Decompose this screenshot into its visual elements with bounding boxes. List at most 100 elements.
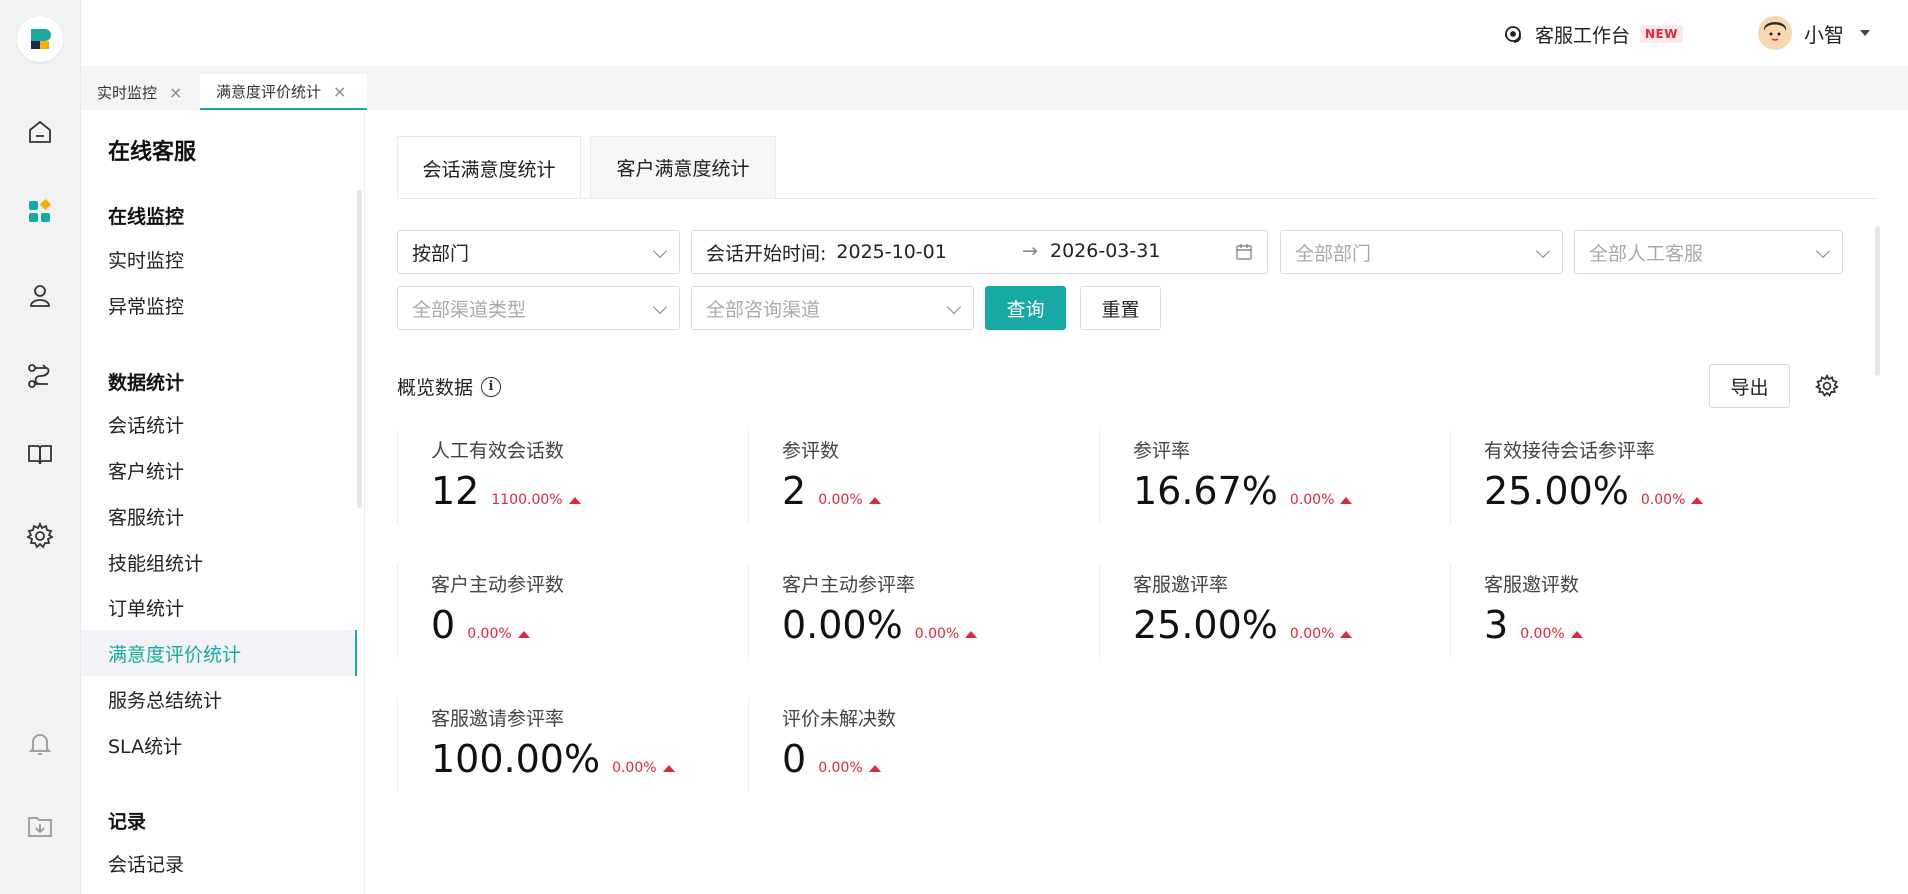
- sidebar-item-session-records[interactable]: 会话记录: [81, 840, 357, 886]
- knowledge-book-icon[interactable]: [24, 438, 56, 470]
- sidebar-group-monitor: 在线监控: [108, 206, 185, 228]
- metric-card: 客服邀评数 3 0.00%: [1450, 564, 1801, 658]
- date-label: 会话开始时间:: [706, 242, 827, 265]
- sidebar-item-skillgroup[interactable]: 技能组统计: [81, 539, 357, 585]
- department-select[interactable]: 全部部门: [1280, 230, 1563, 274]
- overview-title-text: 概览数据: [397, 377, 474, 399]
- metric-delta: 0.00%: [914, 626, 960, 642]
- metric-label: 客服邀评率: [1133, 574, 1229, 596]
- gear-icon[interactable]: [1815, 374, 1839, 398]
- secondary-sidebar: 在线客服 在线监控 实时监控 异常监控 数据统计 会话统计 客户统计 客服统计 …: [81, 110, 365, 894]
- metric-card: 参评率 16.67% 0.00%: [1099, 430, 1450, 524]
- query-button[interactable]: 查询: [985, 286, 1066, 330]
- sidebar-group-records: 记录: [108, 811, 147, 833]
- metric-value: 3: [1484, 603, 1509, 647]
- metric-delta: 0.00%: [612, 760, 657, 776]
- user-menu[interactable]: 小智: [1758, 16, 1870, 50]
- sidebar-item-realtime[interactable]: 实时监控: [81, 236, 357, 282]
- sidebar-item-order[interactable]: 订单统计: [81, 584, 357, 630]
- metric-card: 客服邀评率 25.00% 0.00%: [1099, 564, 1450, 658]
- metric-value: 25.00%: [1484, 469, 1629, 513]
- metric-delta: 0.00%: [1640, 492, 1686, 508]
- sidebar-scrollbar[interactable]: [357, 190, 362, 508]
- channel-type-select[interactable]: 全部渠道类型: [397, 286, 680, 330]
- metric-label: 客服邀请参评率: [431, 708, 565, 730]
- app-logo[interactable]: [17, 16, 63, 62]
- download-folder-icon[interactable]: [24, 810, 56, 842]
- page-tab-satisfaction[interactable]: 满意度评价统计 ×: [200, 74, 367, 110]
- content-scrollbar[interactable]: [1875, 226, 1880, 376]
- flow-icon[interactable]: [24, 360, 56, 392]
- sidebar-item-agent[interactable]: 客服统计: [81, 493, 357, 539]
- arrow-up-icon: [662, 764, 675, 772]
- metric-label: 人工有效会话数: [431, 440, 565, 462]
- overview-title: 概览数据 i: [397, 373, 502, 400]
- new-badge: NEW: [1640, 25, 1683, 43]
- tab-session-satisfaction[interactable]: 会话满意度统计: [397, 136, 581, 199]
- metric-label: 客服邀评数: [1484, 574, 1580, 596]
- metric-delta: 0.00%: [818, 492, 863, 508]
- export-button[interactable]: 导出: [1709, 364, 1790, 408]
- sidebar-item-session[interactable]: 会话统计: [81, 401, 357, 447]
- sidebar-item-summary[interactable]: 服务总结统计: [81, 676, 357, 722]
- channel-type-placeholder: 全部渠道类型: [412, 298, 527, 321]
- page-tab-realtime[interactable]: 实时监控 ×: [81, 74, 199, 110]
- workspace-label: 客服工作台: [1535, 24, 1631, 47]
- agent-select[interactable]: 全部人工客服: [1574, 230, 1843, 274]
- consult-channel-placeholder: 全部咨询渠道: [706, 298, 821, 321]
- headset-icon: [1505, 26, 1521, 43]
- metric-label: 评价未解决数: [782, 708, 897, 730]
- date-range-picker[interactable]: 会话开始时间: 2025-10-01 → 2026-03-31: [691, 230, 1268, 274]
- metric-label: 客户主动参评数: [431, 574, 565, 596]
- metric-label: 参评数: [782, 440, 840, 462]
- metric-value: 2: [782, 469, 807, 513]
- tab-customer-satisfaction[interactable]: 客户满意度统计: [590, 136, 776, 198]
- metric-card: 客户主动参评率 0.00% 0.00%: [748, 564, 1099, 658]
- home-icon[interactable]: [24, 116, 56, 148]
- chevron-down-icon: [652, 243, 668, 259]
- bell-icon[interactable]: [24, 728, 56, 760]
- page-tab-strip: 实时监控 × 满意度评价统计 ×: [81, 66, 1908, 110]
- dashboard-icon[interactable]: [24, 196, 56, 228]
- arrow-up-icon: [1570, 630, 1583, 638]
- metric-delta: 0.00%: [818, 760, 863, 776]
- metric-delta: 0.00%: [1289, 626, 1335, 642]
- agent-placeholder: 全部人工客服: [1589, 242, 1704, 265]
- metric-value: 16.67%: [1133, 469, 1278, 513]
- arrow-up-icon: [868, 496, 881, 504]
- calendar-icon: [1236, 244, 1252, 260]
- close-icon[interactable]: ×: [169, 83, 182, 102]
- metric-value: 100.00%: [431, 737, 601, 781]
- arrow-up-icon: [1691, 496, 1704, 504]
- settings-icon[interactable]: [24, 520, 56, 552]
- group-by-select[interactable]: 按部门: [397, 230, 680, 274]
- consult-channel-select[interactable]: 全部咨询渠道: [691, 286, 974, 330]
- metric-label: 有效接待会话参评率: [1484, 440, 1656, 462]
- group-by-value: 按部门: [412, 242, 470, 265]
- arrow-up-icon: [568, 496, 581, 504]
- metric-value: 0: [782, 737, 807, 781]
- info-icon[interactable]: i: [481, 376, 502, 397]
- customer-icon[interactable]: [24, 280, 56, 312]
- sidebar-item-sla[interactable]: SLA统计: [81, 722, 357, 768]
- arrow-up-icon: [965, 630, 978, 638]
- sidebar-item-abnormal[interactable]: 异常监控: [81, 282, 357, 328]
- chevron-down-icon: [1535, 243, 1551, 259]
- arrow-up-icon: [1340, 496, 1353, 504]
- date-end[interactable]: 2026-03-31: [1050, 240, 1160, 262]
- sidebar-item-customer[interactable]: 客户统计: [81, 447, 357, 493]
- metric-card: 客服邀请参评率 100.00% 0.00%: [397, 698, 748, 792]
- metric-card: 有效接待会话参评率 25.00% 0.00%: [1450, 430, 1801, 524]
- metric-card: 客户主动参评数 0 0.00%: [397, 564, 748, 658]
- user-name: 小智: [1804, 22, 1844, 47]
- reset-button[interactable]: 重置: [1080, 286, 1161, 330]
- close-icon[interactable]: ×: [333, 82, 346, 101]
- arrow-up-icon: [1340, 630, 1353, 638]
- date-start[interactable]: 2025-10-01: [836, 241, 946, 263]
- main-content: 会话满意度统计 客户满意度统计 按部门 会话开始时间: 2025-10-01 →…: [365, 110, 1908, 894]
- page-tab-label: 满意度评价统计: [216, 82, 322, 101]
- agent-workspace-link[interactable]: 客服工作台 NEW: [1501, 20, 1683, 48]
- logo-icon: [31, 29, 51, 49]
- metric-delta: 0.00%: [1520, 626, 1565, 642]
- sidebar-item-satisfaction[interactable]: 满意度评价统计: [81, 630, 357, 676]
